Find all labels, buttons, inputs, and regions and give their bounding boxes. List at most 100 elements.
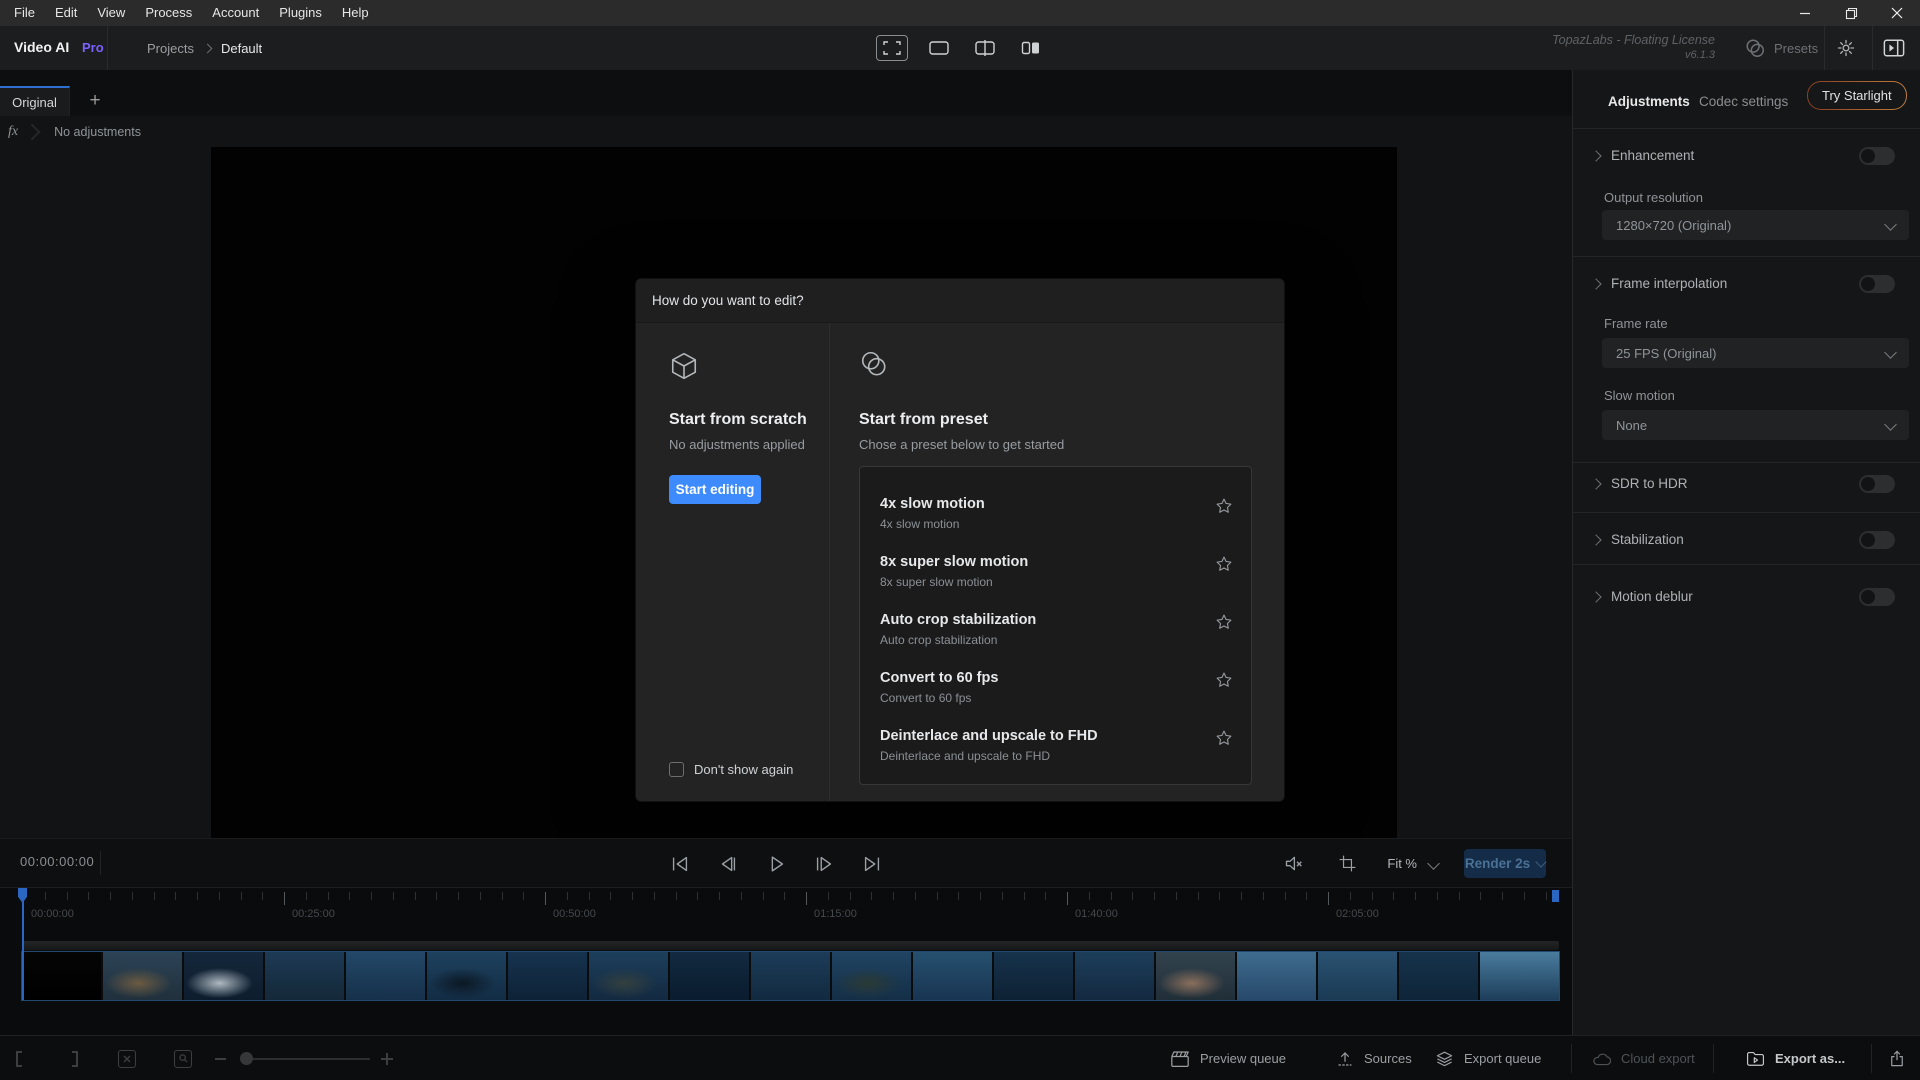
preset-item-8x-super-slow-motion[interactable]: 8x super slow motion 8x super slow motio… xyxy=(860,543,1251,601)
view-single-fullscreen-button[interactable] xyxy=(876,35,908,61)
window-restore-button[interactable] xyxy=(1828,0,1874,26)
timeline-ruler[interactable]: 00:00:0000:25:0000:50:0001:15:0001:40:00… xyxy=(0,888,1572,936)
clear-in-out-button[interactable] xyxy=(118,1036,136,1080)
view-single-panel-button[interactable] xyxy=(924,36,954,60)
preview-queue-button[interactable]: Preview queue xyxy=(1170,1036,1286,1080)
skip-to-start-button[interactable] xyxy=(666,850,694,878)
stabilization-toggle[interactable] xyxy=(1859,531,1895,549)
skip-to-end-button[interactable] xyxy=(858,850,886,878)
sources-button[interactable]: Sources xyxy=(1336,1036,1412,1080)
section-frame-interpolation[interactable]: Frame interpolation xyxy=(1573,274,1920,294)
filmstrip-thumbnail[interactable] xyxy=(508,952,587,1000)
timeline-minor-tick xyxy=(197,892,198,900)
set-out-point-button[interactable] xyxy=(72,1036,78,1080)
section-stabilization[interactable]: Stabilization xyxy=(1573,530,1920,550)
filmstrip-thumbnail[interactable] xyxy=(832,952,911,1000)
share-button[interactable] xyxy=(1888,1036,1906,1080)
filmstrip-thumbnail[interactable] xyxy=(1156,952,1235,1000)
cloud-export-button[interactable]: Cloud export xyxy=(1592,1036,1695,1080)
timeline-zoom-slider-track[interactable] xyxy=(240,1058,370,1060)
render-button[interactable]: Render 2s xyxy=(1464,849,1546,878)
tab-codec-settings[interactable]: Codec settings xyxy=(1699,94,1788,109)
menu-help[interactable]: Help xyxy=(332,0,379,26)
export-queue-button[interactable]: Export queue xyxy=(1435,1036,1541,1080)
preset-item-convert-to-60-fps[interactable]: Convert to 60 fps Convert to 60 fps xyxy=(860,659,1251,717)
view-split-button[interactable] xyxy=(970,36,1000,60)
presets-button[interactable]: Presets xyxy=(1744,26,1818,70)
filmstrip-thumbnail[interactable] xyxy=(589,952,668,1000)
enhancement-toggle[interactable] xyxy=(1859,147,1895,165)
tab-original[interactable]: Original xyxy=(0,86,70,116)
menu-edit[interactable]: Edit xyxy=(45,0,87,26)
settings-button[interactable] xyxy=(1824,26,1868,70)
zoom-fit-dropdown[interactable]: Fit % xyxy=(1387,856,1438,871)
tab-adjustments[interactable]: Adjustments xyxy=(1608,94,1690,109)
view-side-by-side-button[interactable] xyxy=(1016,36,1046,60)
zoom-to-selection-button[interactable] xyxy=(174,1036,192,1080)
sdr-to-hdr-toggle[interactable] xyxy=(1859,475,1895,493)
section-enhancement[interactable]: Enhancement xyxy=(1573,146,1920,166)
split-view-icon xyxy=(975,40,995,56)
menu-file[interactable]: File xyxy=(0,0,45,26)
menu-view[interactable]: View xyxy=(87,0,135,26)
timeline-minimap[interactable] xyxy=(22,941,1559,950)
add-tab-button[interactable]: + xyxy=(80,86,110,116)
preset-item-auto-crop-stabilization[interactable]: Auto crop stabilization Auto crop stabil… xyxy=(860,601,1251,659)
filmstrip-thumbnail[interactable] xyxy=(265,952,344,1000)
filmstrip-thumbnail[interactable] xyxy=(184,952,263,1000)
favorite-star-icon[interactable] xyxy=(1215,613,1233,631)
menu-account[interactable]: Account xyxy=(202,0,269,26)
preset-item-4x-slow-motion[interactable]: 4x slow motion 4x slow motion xyxy=(860,485,1251,543)
filmstrip-thumbnail[interactable] xyxy=(1318,952,1397,1000)
filmstrip-thumbnail[interactable] xyxy=(346,952,425,1000)
timeline-tick-label: 00:00:00 xyxy=(31,908,74,920)
filmstrip-thumbnail[interactable] xyxy=(670,952,749,1000)
filmstrip-thumbnail[interactable] xyxy=(1480,952,1559,1000)
play-button[interactable] xyxy=(762,850,790,878)
favorite-star-icon[interactable] xyxy=(1215,497,1233,515)
timeline-zoom-in-button[interactable] xyxy=(381,1036,393,1080)
previous-frame-button[interactable] xyxy=(714,850,742,878)
filmstrip-thumbnail[interactable] xyxy=(1237,952,1316,1000)
timeline-major-tick xyxy=(806,892,807,905)
output-resolution-dropdown[interactable]: 1280×720 (Original) xyxy=(1602,210,1909,240)
try-starlight-button[interactable]: Try Starlight xyxy=(1807,81,1907,110)
preset-list: 4x slow motion 4x slow motion 8x super s… xyxy=(859,466,1252,785)
slow-motion-dropdown[interactable]: None xyxy=(1602,410,1909,440)
crop-button[interactable] xyxy=(1333,850,1361,878)
filmstrip-thumbnail[interactable] xyxy=(1399,952,1478,1000)
set-in-point-button[interactable] xyxy=(16,1036,22,1080)
filmstrip-thumbnail[interactable] xyxy=(22,952,101,1000)
filmstrip-thumbnail[interactable] xyxy=(103,952,182,1000)
menu-plugins[interactable]: Plugins xyxy=(269,0,332,26)
section-motion-deblur[interactable]: Motion deblur xyxy=(1573,587,1920,607)
filmstrip-thumbnail[interactable] xyxy=(427,952,506,1000)
filmstrip-thumbnail[interactable] xyxy=(1075,952,1154,1000)
window-close-button[interactable] xyxy=(1874,0,1920,26)
frame-interpolation-toggle[interactable] xyxy=(1859,275,1895,293)
section-sdr-to-hdr[interactable]: SDR to HDR xyxy=(1573,474,1920,494)
favorite-star-icon[interactable] xyxy=(1215,555,1233,573)
favorite-star-icon[interactable] xyxy=(1215,671,1233,689)
toggle-right-panel-button[interactable] xyxy=(1872,26,1916,70)
dont-show-again-control[interactable]: Don't show again xyxy=(669,762,793,777)
timeline-zoom-slider-knob[interactable] xyxy=(240,1052,253,1065)
preset-item-deinterlace-upscale-fhd[interactable]: Deinterlace and upscale to FHD Deinterla… xyxy=(860,717,1251,775)
dont-show-again-checkbox[interactable] xyxy=(669,762,684,777)
filmstrip-thumbnail[interactable] xyxy=(751,952,830,1000)
plus-icon xyxy=(381,1053,393,1065)
menu-process[interactable]: Process xyxy=(135,0,202,26)
plus-icon: + xyxy=(89,90,100,112)
breadcrumb-projects[interactable]: Projects xyxy=(147,41,194,56)
start-editing-button[interactable]: Start editing xyxy=(669,475,761,504)
timeline-zoom-out-button[interactable] xyxy=(215,1036,226,1080)
export-as-button[interactable]: Export as... xyxy=(1746,1036,1845,1080)
favorite-star-icon[interactable] xyxy=(1215,729,1233,747)
window-minimize-button[interactable] xyxy=(1782,0,1828,26)
mute-button[interactable] xyxy=(1279,850,1307,878)
next-frame-button[interactable] xyxy=(810,850,838,878)
filmstrip-thumbnail[interactable] xyxy=(913,952,992,1000)
filmstrip-thumbnail[interactable] xyxy=(994,952,1073,1000)
frame-rate-dropdown[interactable]: 25 FPS (Original) xyxy=(1602,338,1909,368)
motion-deblur-toggle[interactable] xyxy=(1859,588,1895,606)
